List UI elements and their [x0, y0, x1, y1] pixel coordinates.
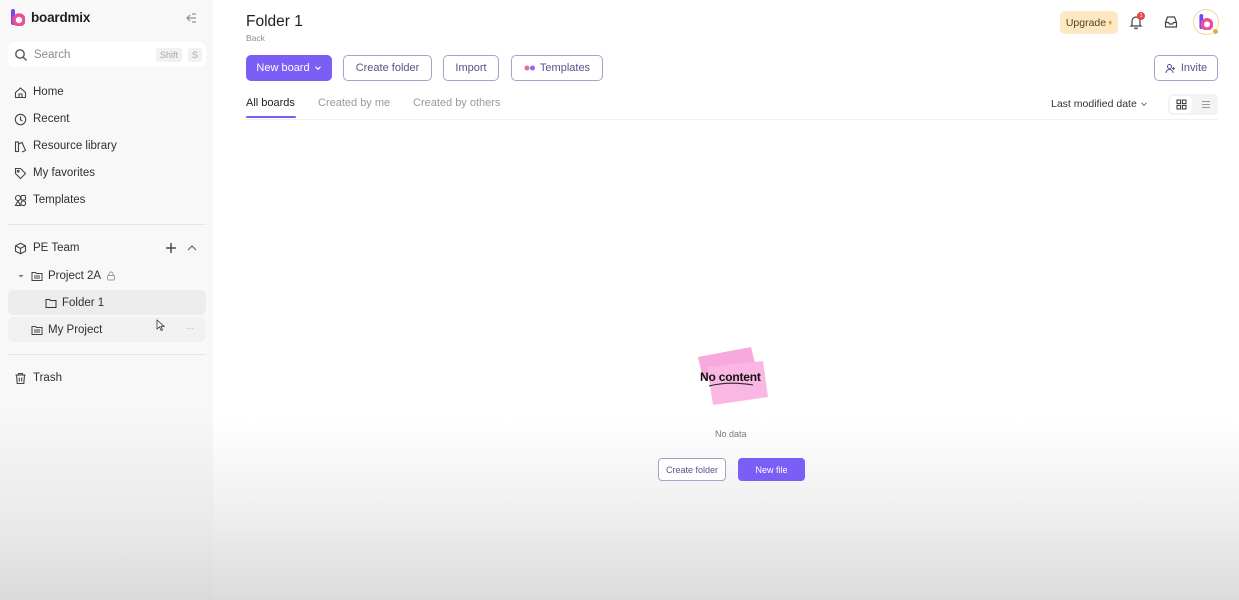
- sidebar-divider: [8, 354, 206, 355]
- cube-icon: [14, 242, 27, 254]
- create-folder-label: Create folder: [355, 62, 420, 74]
- chevron-up-icon[interactable]: [185, 241, 199, 255]
- folder-icon: [45, 298, 57, 308]
- empty-create-folder-button[interactable]: Create folder: [658, 458, 726, 481]
- sidebar-item-recent[interactable]: Recent: [8, 107, 206, 131]
- empty-create-folder-label: Create folder: [665, 464, 719, 475]
- sidebar-item-label: Home: [33, 86, 64, 98]
- shortcut-key-shift: Shift: [156, 48, 183, 62]
- sidebar-item-label: Templates: [33, 194, 86, 206]
- active-tab-indicator: [246, 116, 296, 118]
- tabs-divider: [246, 119, 1218, 120]
- upgrade-label: Upgrade: [1065, 16, 1107, 29]
- empty-state-sticker-text: No content: [700, 370, 761, 384]
- tree-item-project-2a[interactable]: Project 2A: [8, 263, 206, 288]
- clock-icon: [14, 113, 27, 125]
- search-box[interactable]: Search Shift S: [8, 42, 206, 67]
- sort-label: Last modified date: [1051, 98, 1137, 110]
- boardmix-logo-icon: [11, 9, 26, 27]
- new-file-button[interactable]: New file: [738, 458, 805, 481]
- empty-state-message: No data: [715, 429, 747, 439]
- home-icon: [14, 86, 27, 98]
- library-icon: [14, 140, 27, 153]
- templates-button[interactable]: Templates: [511, 55, 603, 81]
- status-dot: [1212, 28, 1219, 35]
- sidebar-item-my-favorites[interactable]: My favorites: [8, 161, 206, 185]
- mouse-cursor-icon: [156, 319, 166, 332]
- sidebar-item-resource-library[interactable]: Resource library: [8, 134, 206, 158]
- templates-label: Templates: [539, 62, 591, 74]
- new-file-label: New file: [755, 464, 788, 475]
- back-link[interactable]: Back: [246, 33, 265, 43]
- page-title: Folder 1: [246, 13, 303, 30]
- diamond-icon: ♦: [1108, 18, 1113, 27]
- tag-icon: [14, 167, 27, 179]
- sidebar: boardmix Search Shift S Home Recent Reso…: [0, 0, 213, 600]
- upgrade-button[interactable]: Upgrade ♦: [1060, 11, 1118, 34]
- create-folder-button[interactable]: Create folder: [343, 55, 432, 81]
- tab-created-by-me[interactable]: Created by me: [318, 97, 390, 109]
- sidebar-item-templates[interactable]: Templates: [8, 188, 206, 212]
- sidebar-item-home[interactable]: Home: [8, 80, 206, 104]
- sort-dropdown[interactable]: Last modified date: [1051, 98, 1148, 110]
- tab-created-by-others[interactable]: Created by others: [413, 97, 500, 109]
- tree-item-label: Project 2A: [48, 269, 102, 282]
- add-user-icon: [1165, 63, 1175, 73]
- invite-button[interactable]: Invite: [1154, 55, 1218, 81]
- tree-item-folder-1[interactable]: Folder 1: [8, 290, 206, 315]
- notification-badge: 1: [1137, 12, 1145, 20]
- collapse-sidebar-icon[interactable]: [184, 11, 198, 25]
- view-toggle: [1168, 94, 1218, 115]
- logo[interactable]: boardmix: [11, 9, 91, 27]
- new-board-label: New board: [256, 62, 310, 74]
- shortcut-key-s: S: [188, 48, 203, 62]
- tree-item-my-project[interactable]: My Project ...: [8, 317, 206, 342]
- import-button[interactable]: Import: [443, 55, 499, 81]
- search-icon: [15, 48, 27, 61]
- import-label: Import: [455, 62, 487, 74]
- sidebar-divider: [8, 224, 206, 225]
- trash-icon: [15, 372, 26, 384]
- tree-item-label: My Project: [48, 323, 103, 336]
- invite-label: Invite: [1180, 62, 1208, 74]
- avatar[interactable]: [1193, 9, 1219, 35]
- chevron-down-icon: [314, 66, 321, 71]
- caret-down-icon[interactable]: [15, 270, 27, 282]
- add-icon[interactable]: [164, 241, 178, 255]
- lock-icon: [107, 271, 116, 280]
- sidebar-item-label: Resource library: [33, 140, 117, 152]
- templates-icon: [14, 194, 27, 206]
- sidebar-item-label: Recent: [33, 113, 70, 125]
- boardmix-logo-icon: [1199, 14, 1213, 30]
- tab-all-boards[interactable]: All boards: [246, 97, 295, 109]
- templates-sparkle-icon: [524, 65, 535, 71]
- more-options-icon[interactable]: ...: [186, 321, 194, 331]
- logo-text: boardmix: [31, 10, 91, 25]
- new-board-button[interactable]: New board: [246, 55, 332, 81]
- tree-item-label: Folder 1: [62, 296, 105, 309]
- chevron-down-icon: [1140, 102, 1147, 107]
- grid-view-icon[interactable]: [1170, 96, 1192, 113]
- team-label: PE Team: [33, 242, 80, 254]
- sidebar-item-label: Trash: [33, 372, 62, 384]
- search-placeholder: Search: [34, 48, 71, 61]
- sidebar-item-label: My favorites: [33, 167, 95, 179]
- list-view-icon[interactable]: [1194, 96, 1216, 113]
- project-folder-icon: [31, 325, 43, 335]
- inbox-icon[interactable]: [1163, 14, 1179, 30]
- sidebar-item-trash[interactable]: Trash: [8, 366, 206, 390]
- project-folder-icon: [31, 271, 43, 281]
